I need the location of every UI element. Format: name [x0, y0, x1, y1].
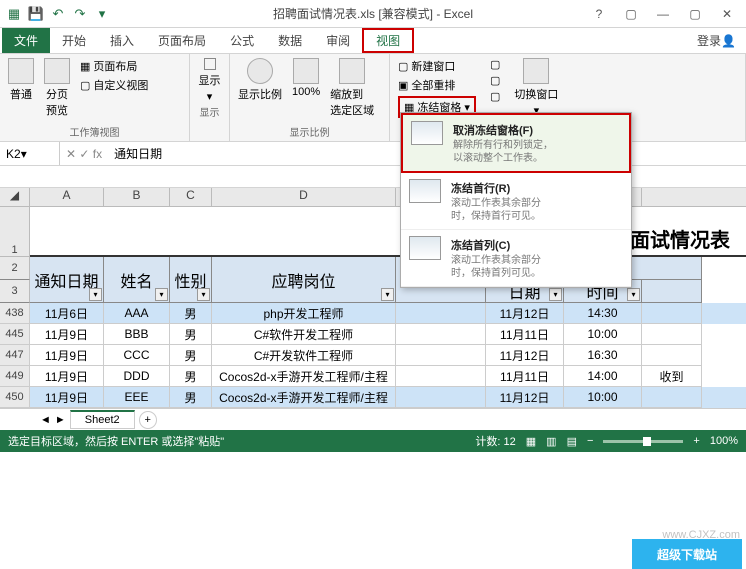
group-zoom: 显示比例 [238, 123, 381, 139]
freeze-row-icon [409, 179, 441, 203]
maximize-icon[interactable]: ▢ [680, 4, 710, 24]
tab-insert[interactable]: 插入 [98, 28, 146, 53]
col-A[interactable]: A [30, 188, 104, 206]
select-all[interactable]: ◢ [0, 188, 30, 206]
filter-icon[interactable]: ▾ [627, 288, 640, 301]
split-button[interactable]: ▢ [490, 58, 500, 71]
col-B[interactable]: B [104, 188, 170, 206]
table-row[interactable]: 43811月6日AAA男php开发工程师11月12日14:30 [0, 303, 746, 324]
freeze-col-icon [409, 236, 441, 260]
tab-file[interactable]: 文件 [2, 28, 50, 53]
qat-dropdown-icon[interactable]: ▾ [94, 6, 110, 22]
view-normal-icon[interactable]: ▦ [526, 435, 536, 448]
page-layout-button[interactable]: ▦ 页面布局 [80, 58, 148, 74]
status-text: 选定目标区域，然后按 ENTER 或选择"粘贴" [8, 433, 224, 449]
zoom-in-icon[interactable]: + [693, 435, 699, 447]
sheet-nav-next-icon[interactable]: ► [55, 414, 66, 426]
tab-review[interactable]: 审阅 [314, 28, 362, 53]
unhide-button[interactable]: ▢ [490, 90, 500, 103]
add-sheet-button[interactable]: + [139, 411, 157, 429]
redo-icon[interactable]: ↷ [72, 6, 88, 22]
undo-icon[interactable]: ↶ [50, 6, 66, 22]
normal-view-button[interactable]: 普通 [8, 58, 34, 123]
hdr-gender[interactable]: 性别▾ [170, 257, 212, 303]
zoom-button[interactable]: 显示比例 [238, 58, 282, 123]
sheet-nav-prev-icon[interactable]: ◄ [40, 414, 51, 426]
zoom-out-icon[interactable]: − [587, 435, 593, 447]
freeze-first-col-item[interactable]: 冻结首列(C)滚动工作表其余部分 时，保持首列可见。 [401, 230, 631, 287]
group-show: 显示 [198, 103, 221, 119]
unfreeze-panes-item[interactable]: 取消冻结窗格(F)解除所有行和列锁定， 以滚动整个工作表。 [401, 113, 631, 173]
hdr-name[interactable]: 姓名▾ [104, 257, 170, 303]
login-link[interactable]: 登录 👤 [697, 28, 746, 53]
filter-icon[interactable]: ▾ [549, 288, 562, 301]
unfreeze-icon [411, 121, 443, 145]
row-1[interactable]: 1 [0, 207, 30, 257]
freeze-panes-menu: 取消冻结窗格(F)解除所有行和列锁定， 以滚动整个工作表。 冻结首行(R)滚动工… [400, 112, 632, 288]
filter-icon[interactable]: ▾ [155, 288, 168, 301]
zoom-100-button[interactable]: 100% [292, 58, 320, 123]
sheet-title-cell[interactable]: 招聘面试情况表 [30, 207, 746, 257]
fx-icon[interactable]: ✕ ✓ fx [60, 147, 108, 161]
hdr-notify-date[interactable]: 通知日期▾ [30, 257, 104, 303]
help-icon[interactable]: ? [584, 4, 614, 24]
tab-layout[interactable]: 页面布局 [146, 28, 218, 53]
filter-icon[interactable]: ▾ [197, 288, 210, 301]
table-row[interactable]: 45011月9日EEE男Cocos2d-x手游开发工程师/主程11月12日10:… [0, 387, 746, 408]
table-row[interactable]: 44911月9日DDD男Cocos2d-x手游开发工程师/主程11月11日14:… [0, 366, 746, 387]
excel-icon: ▦ [6, 6, 22, 22]
row-3[interactable]: 3 [0, 280, 30, 303]
hide-button[interactable]: ▢ [490, 74, 500, 87]
window-title: 招聘面试情况表.xls [兼容模式] - Excel [273, 5, 473, 22]
col-C[interactable]: C [170, 188, 212, 206]
sheet-tab[interactable]: Sheet2 [70, 410, 135, 429]
close-icon[interactable]: ✕ [712, 4, 742, 24]
arrange-all-button[interactable]: ▣ 全部重排 [398, 77, 476, 93]
col-D[interactable]: D [212, 188, 396, 206]
show-button[interactable]: 显示▾ [198, 58, 221, 103]
filter-icon[interactable]: ▾ [381, 288, 394, 301]
tab-data[interactable]: 数据 [266, 28, 314, 53]
row-2[interactable]: 2 [0, 257, 30, 280]
group-workbook-views: 工作簿视图 [8, 123, 181, 139]
tab-formula[interactable]: 公式 [218, 28, 266, 53]
name-box[interactable]: K2 ▾ [0, 142, 60, 165]
zoom-value[interactable]: 100% [710, 435, 738, 447]
new-window-button[interactable]: ▢ 新建窗口 [398, 58, 476, 74]
filter-icon[interactable]: ▾ [89, 288, 102, 301]
freeze-top-row-item[interactable]: 冻结首行(R)滚动工作表其余部分 时，保持首行可见。 [401, 173, 631, 230]
page-break-button[interactable]: 分页 预览 [44, 58, 70, 123]
table-row[interactable]: 44511月9日BBB男C#软件开发工程师11月11日10:00 [0, 324, 746, 345]
ribbon-toggle-icon[interactable]: ▢ [616, 4, 646, 24]
hdr-position[interactable]: 应聘岗位▾ [212, 257, 396, 303]
view-layout-icon[interactable]: ▥ [546, 435, 556, 448]
download-badge: 超级下载站 [632, 539, 742, 569]
minimize-icon[interactable]: — [648, 4, 678, 24]
tab-home[interactable]: 开始 [50, 28, 98, 53]
zoom-selection-button[interactable]: 缩放到 选定区域 [330, 58, 374, 123]
status-count: 计数: 12 [475, 433, 515, 449]
table-row[interactable]: 44711月9日CCC男C#开发软件工程师11月12日16:30 [0, 345, 746, 366]
tab-view[interactable]: 视图 [362, 28, 414, 53]
hdr-extra[interactable] [642, 280, 702, 303]
zoom-slider[interactable] [603, 440, 683, 443]
view-break-icon[interactable]: ▤ [567, 435, 577, 448]
custom-views-button[interactable]: ▢ 自定义视图 [80, 77, 148, 93]
save-icon[interactable]: 💾 [28, 6, 44, 22]
